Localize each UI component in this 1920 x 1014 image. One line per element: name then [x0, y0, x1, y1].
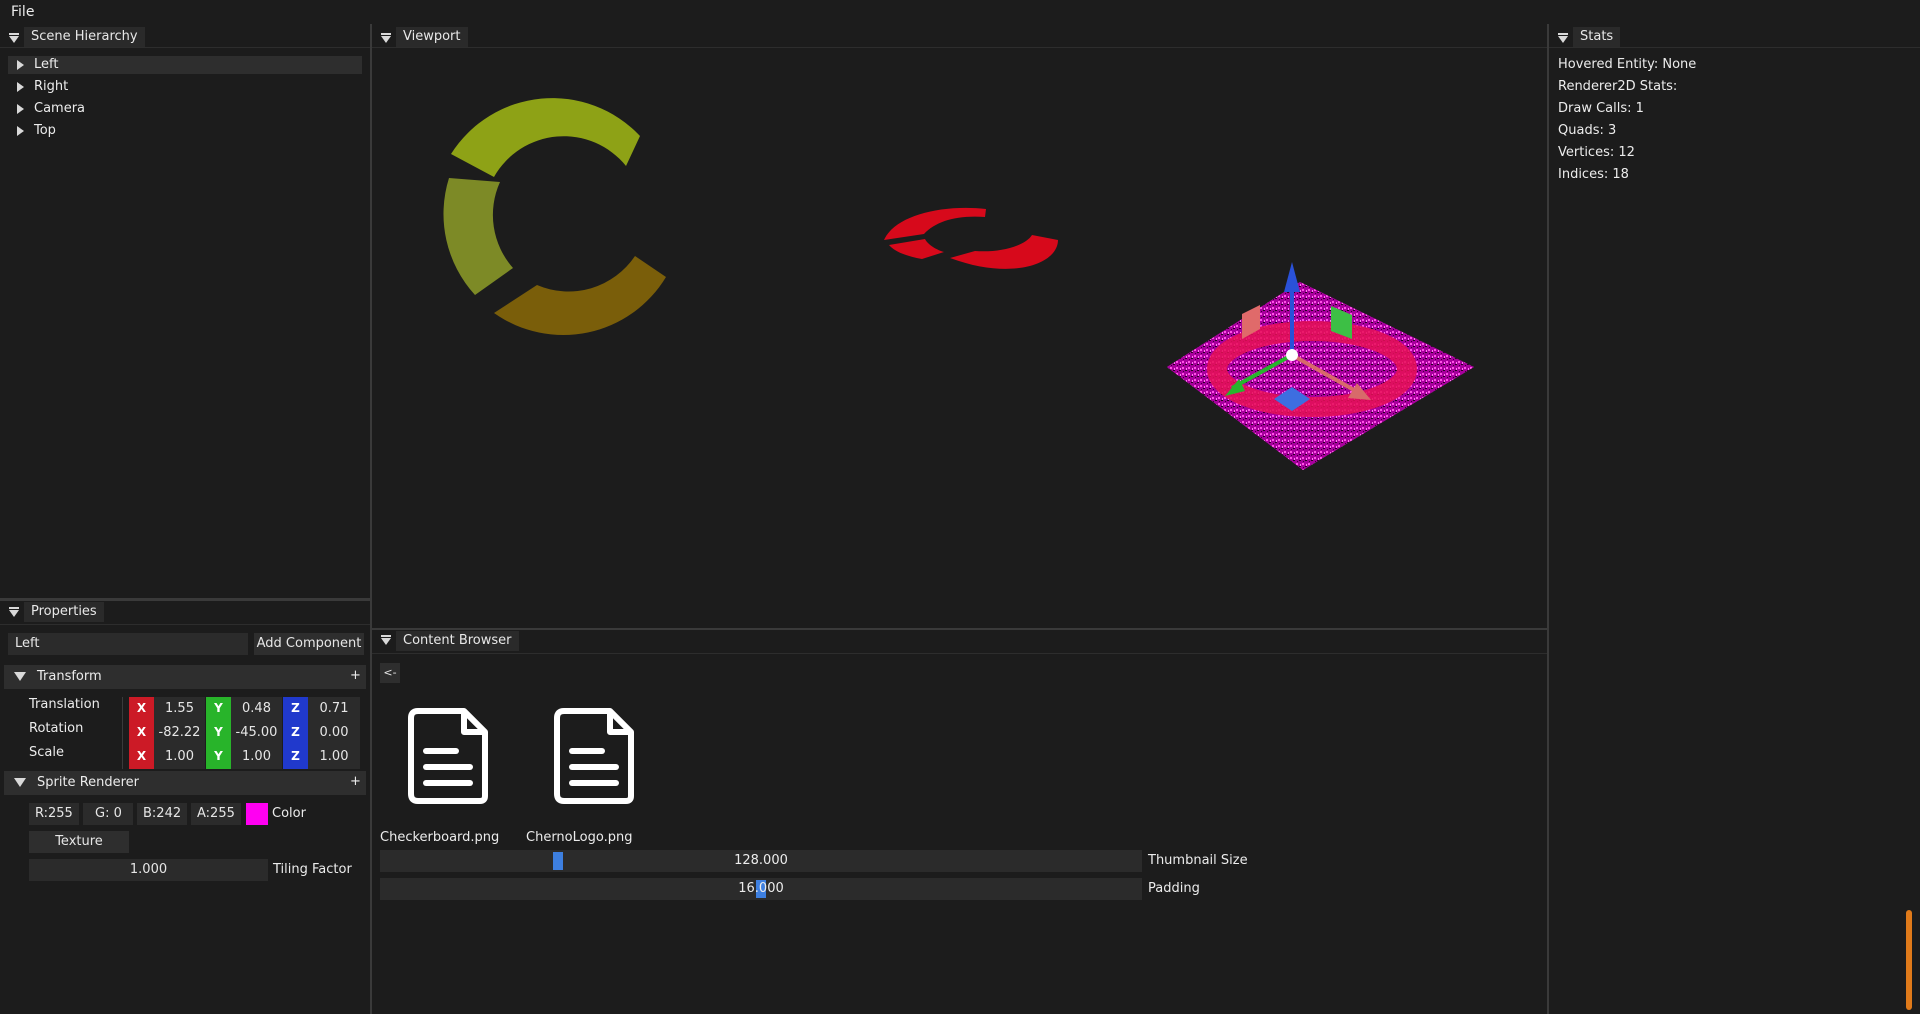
color-b-field[interactable]: B:242	[137, 803, 187, 825]
rotation-label: Rotation	[29, 721, 84, 736]
stats-draw-calls: Draw Calls: 1	[1558, 101, 1644, 116]
stats-indices: Indices: 18	[1558, 167, 1629, 182]
panel-menu-icon[interactable]	[9, 33, 19, 43]
tree-item-label: Right	[34, 79, 69, 94]
collapse-arrow-icon[interactable]	[14, 672, 26, 681]
menu-bar: File	[0, 0, 1920, 24]
translation-y-button[interactable]: Y	[206, 697, 231, 721]
tree-item-top[interactable]: Top	[8, 122, 362, 140]
sprite-renderer-header[interactable]: Sprite Renderer +	[4, 771, 366, 795]
rotation-z-field[interactable]: 0.00	[308, 721, 360, 745]
expand-arrow-icon[interactable]	[17, 126, 24, 136]
viewport-tabbar: Viewport	[372, 24, 1547, 48]
rotation-x-field[interactable]: -82.22	[154, 721, 205, 745]
translation-label: Translation	[29, 697, 100, 712]
rotation-y-button[interactable]: Y	[206, 721, 231, 745]
viewport-scene[interactable]	[372, 49, 1547, 628]
sprite-renderer-settings-button[interactable]: +	[350, 774, 361, 789]
properties-tabbar: Properties	[0, 601, 370, 625]
padding-slider[interactable]: 16.000	[380, 878, 1142, 900]
properties-panel: Properties Left Add Component Transform …	[0, 601, 370, 1014]
translation-y-field[interactable]: 0.48	[231, 697, 282, 721]
viewport-panel: Viewport	[372, 24, 1547, 628]
content-browser-tabbar: Content Browser	[372, 630, 1547, 654]
transform-title: Transform	[37, 669, 102, 684]
content-browser-panel: Content Browser <- Checkerboard.png Cher…	[372, 630, 1547, 1014]
back-button[interactable]: <-	[380, 663, 400, 683]
tab-scene-hierarchy[interactable]: Scene Hierarchy	[24, 27, 145, 47]
collapse-arrow-icon[interactable]	[14, 778, 26, 787]
tiling-factor-input[interactable]: 1.000	[29, 859, 268, 881]
scene-hierarchy-panel: Scene Hierarchy Left Right Camera Top	[0, 24, 370, 598]
expand-arrow-icon[interactable]	[17, 82, 24, 92]
color-label: Color	[272, 806, 306, 821]
tree-item-label: Camera	[34, 101, 86, 116]
red-ring-sprite	[884, 207, 1058, 269]
tree-item-camera[interactable]: Camera	[8, 100, 362, 118]
tab-stats[interactable]: Stats	[1573, 27, 1621, 47]
thumbnail-size-slider[interactable]: 128.000	[380, 850, 1142, 872]
file-icon[interactable]	[554, 708, 634, 804]
tab-content-browser[interactable]: Content Browser	[396, 631, 519, 651]
scale-x-button[interactable]: X	[129, 745, 154, 769]
thumbnail-size-label: Thumbnail Size	[1148, 853, 1248, 868]
panel-menu-icon[interactable]	[381, 33, 391, 43]
expand-arrow-icon[interactable]	[17, 60, 24, 70]
rotation-x-button[interactable]: X	[129, 721, 154, 745]
tree-item-right[interactable]: Right	[8, 78, 362, 96]
scale-x-field[interactable]: 1.00	[154, 745, 205, 769]
add-component-button[interactable]: Add Component	[254, 633, 364, 655]
rotation-z-button[interactable]: Z	[283, 721, 308, 745]
translation-x-button[interactable]: X	[129, 697, 154, 721]
stats-tabbar: Stats	[1549, 24, 1920, 48]
file-name-chernologo[interactable]: ChernoLogo.png	[526, 830, 632, 845]
tab-viewport[interactable]: Viewport	[396, 27, 468, 47]
transform-settings-button[interactable]: +	[350, 668, 361, 683]
scale-z-button[interactable]: Z	[283, 745, 308, 769]
color-g-field[interactable]: G: 0	[83, 803, 133, 825]
transform-header[interactable]: Transform +	[4, 665, 366, 689]
translation-z-button[interactable]: Z	[283, 697, 308, 721]
entity-name-input[interactable]: Left	[8, 633, 248, 655]
rotation-y-field[interactable]: -45.00	[231, 721, 282, 745]
translation-z-field[interactable]: 0.71	[308, 697, 360, 721]
resize-grip[interactable]	[1906, 910, 1912, 1010]
stats-quads: Quads: 3	[1558, 123, 1617, 138]
tab-properties[interactable]: Properties	[24, 602, 104, 622]
scale-z-field[interactable]: 1.00	[308, 745, 360, 769]
tree-item-label: Top	[34, 123, 56, 138]
olive-ring-sprite	[443, 98, 666, 336]
scale-label: Scale	[29, 745, 64, 760]
scene-hierarchy-tabbar: Scene Hierarchy	[0, 24, 370, 48]
scale-y-button[interactable]: Y	[206, 745, 231, 769]
file-name-checkerboard[interactable]: Checkerboard.png	[380, 830, 499, 845]
panel-menu-icon[interactable]	[381, 635, 391, 645]
padding-value: 16.000	[738, 881, 784, 896]
color-swatch[interactable]	[246, 803, 268, 825]
tiling-factor-label: Tiling Factor	[273, 862, 352, 877]
magenta-textured-plane	[1167, 282, 1474, 470]
stats-hovered-entity: Hovered Entity: None	[1558, 57, 1697, 72]
color-r-field[interactable]: R:255	[29, 803, 79, 825]
translation-x-field[interactable]: 1.55	[154, 697, 205, 721]
panel-menu-icon[interactable]	[1558, 33, 1568, 43]
column-divider	[122, 697, 123, 769]
expand-arrow-icon[interactable]	[17, 104, 24, 114]
thumbnail-size-value: 128.000	[734, 853, 788, 868]
tree-item-left[interactable]: Left	[8, 56, 362, 74]
stats-vertices: Vertices: 12	[1558, 145, 1635, 160]
menu-file[interactable]: File	[11, 4, 34, 20]
sprite-renderer-title: Sprite Renderer	[37, 775, 140, 790]
tree-item-label: Left	[34, 57, 59, 72]
color-a-field[interactable]: A:255	[191, 803, 241, 825]
panel-menu-icon[interactable]	[9, 607, 19, 617]
stats-renderer-title: Renderer2D Stats:	[1558, 79, 1678, 94]
texture-button[interactable]: Texture	[29, 831, 129, 853]
padding-label: Padding	[1148, 881, 1200, 896]
scale-y-field[interactable]: 1.00	[231, 745, 282, 769]
file-icon[interactable]	[408, 708, 488, 804]
